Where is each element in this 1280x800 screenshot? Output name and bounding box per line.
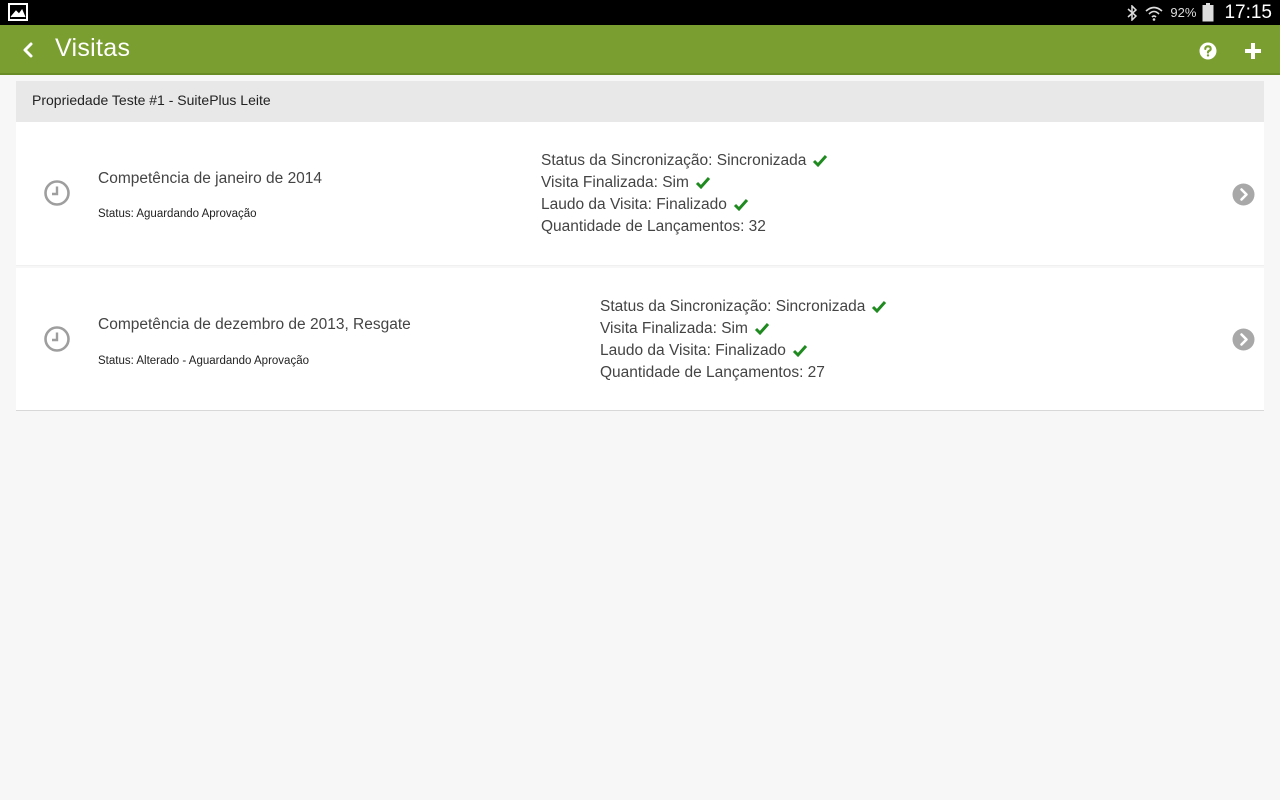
check-icon [754, 323, 770, 336]
plus-icon [1245, 43, 1261, 59]
property-name: Propriedade Teste #1 - SuitePlus Leite [32, 92, 271, 108]
gallery-icon [8, 3, 28, 21]
battery-icon [1202, 3, 1214, 22]
sync-status-line: Status da Sincronização: Sincronizada [541, 150, 828, 172]
report-status-line: Laudo da Visita: Finalizado [600, 340, 887, 362]
chevron-left-icon [23, 42, 33, 58]
report-status-text: Laudo da Visita: Finalizado [600, 342, 786, 359]
report-status-line: Laudo da Visita: Finalizado [541, 194, 828, 216]
visit-finalized-line: Visita Finalizada: Sim [600, 318, 887, 340]
sync-status-line: Status da Sincronização: Sincronizada [600, 296, 887, 318]
report-status-text: Laudo da Visita: Finalizado [541, 196, 727, 213]
check-icon [813, 155, 828, 168]
visit-info: Status da Sincronização: Sincronizada Vi… [600, 296, 887, 384]
check-icon [872, 301, 887, 314]
clock-time: 17:15 [1224, 1, 1272, 23]
clock-icon [44, 326, 70, 352]
visit-status: Status: Alterado - Aguardando Aprovação [98, 355, 309, 367]
visit-row[interactable]: Competência de janeiro de 2014 Status: A… [16, 122, 1264, 266]
visit-row[interactable]: Competência de dezembro de 2013, Resgate… [16, 268, 1264, 411]
visit-title: Competência de janeiro de 2014 [98, 170, 323, 187]
back-button[interactable] [14, 36, 42, 64]
visit-info: Status da Sincronização: Sincronizada Vi… [541, 150, 828, 238]
entries-count-line: Quantidade de Lançamentos: 32 [541, 216, 828, 238]
help-button[interactable] [1194, 37, 1222, 65]
battery-percent: 92% [1170, 5, 1197, 20]
check-icon [792, 345, 807, 358]
property-header: Propriedade Teste #1 - SuitePlus Leite [16, 81, 1264, 122]
check-icon [695, 177, 711, 190]
visit-title: Competência de dezembro de 2013, Resgate [98, 316, 411, 333]
entries-count-text: Quantidade de Lançamentos: 32 [541, 218, 766, 235]
visit-finalized-line: Visita Finalizada: Sim [541, 172, 828, 194]
add-visit-button[interactable] [1239, 37, 1267, 65]
help-icon [1199, 42, 1217, 60]
sync-status-text: Status da Sincronização: Sincronizada [541, 152, 807, 169]
chevron-right-circle-icon[interactable] [1232, 328, 1255, 351]
bluetooth-icon [1127, 4, 1138, 21]
wifi-icon [1145, 6, 1163, 21]
check-icon [733, 199, 748, 212]
visit-finalized-text: Visita Finalizada: Sim [600, 320, 748, 337]
action-bar: Visitas [0, 25, 1280, 75]
entries-count-text: Quantidade de Lançamentos: 27 [600, 364, 825, 381]
chevron-right-circle-icon[interactable] [1232, 183, 1255, 206]
sync-status-text: Status da Sincronização: Sincronizada [600, 298, 866, 315]
visit-finalized-text: Visita Finalizada: Sim [541, 174, 689, 191]
entries-count-line: Quantidade de Lançamentos: 27 [600, 362, 887, 384]
clock-icon [44, 180, 70, 206]
visit-status: Status: Aguardando Aprovação [98, 208, 257, 220]
page-title: Visitas [55, 34, 131, 62]
status-bar: 92% 17:15 [0, 0, 1280, 25]
